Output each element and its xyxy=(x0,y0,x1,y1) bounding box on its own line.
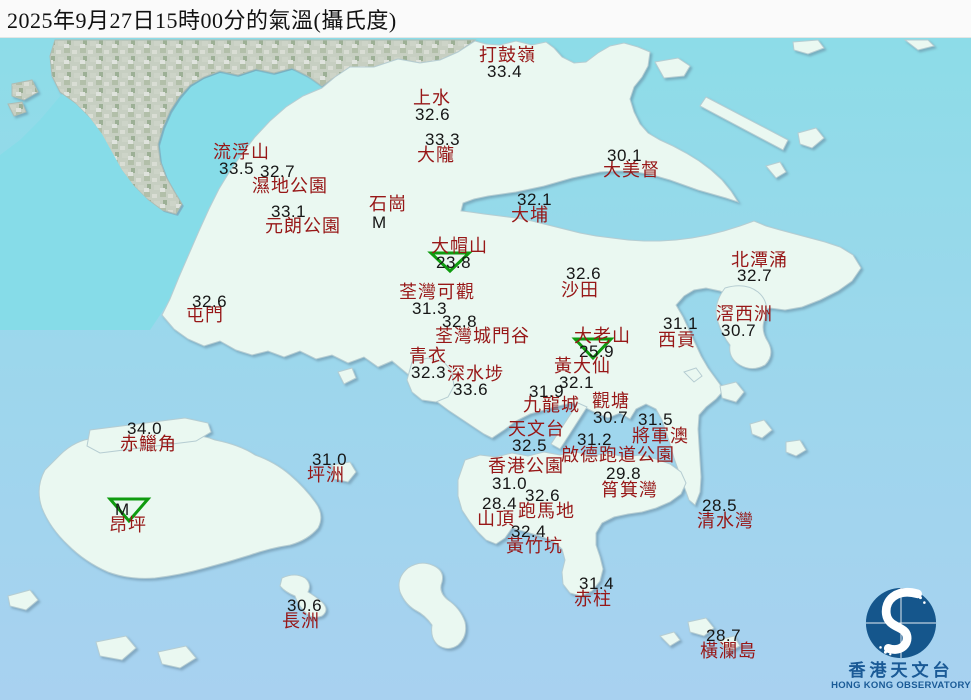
hk-map xyxy=(0,0,971,700)
temperature-map: 打鼓嶺 33.4 上水 32.6 大隴 33.3 大美督 30.1 流浮山 33.5 濕地公園 32.… xyxy=(0,0,971,700)
logo-chinese: 香港天文台 xyxy=(848,661,954,680)
map-title: 2025年9月27日15時00分的氣溫(攝氏度) xyxy=(7,7,397,33)
title-bar: 2025年9月27日15時00分的氣溫(攝氏度) xyxy=(0,0,971,38)
hko-logo-mark xyxy=(865,587,937,659)
logo-english: HONG KONG OBSERVATORY xyxy=(831,680,971,691)
hko-logo: 香港天文台 HONG KONG OBSERVATORY xyxy=(828,586,971,698)
